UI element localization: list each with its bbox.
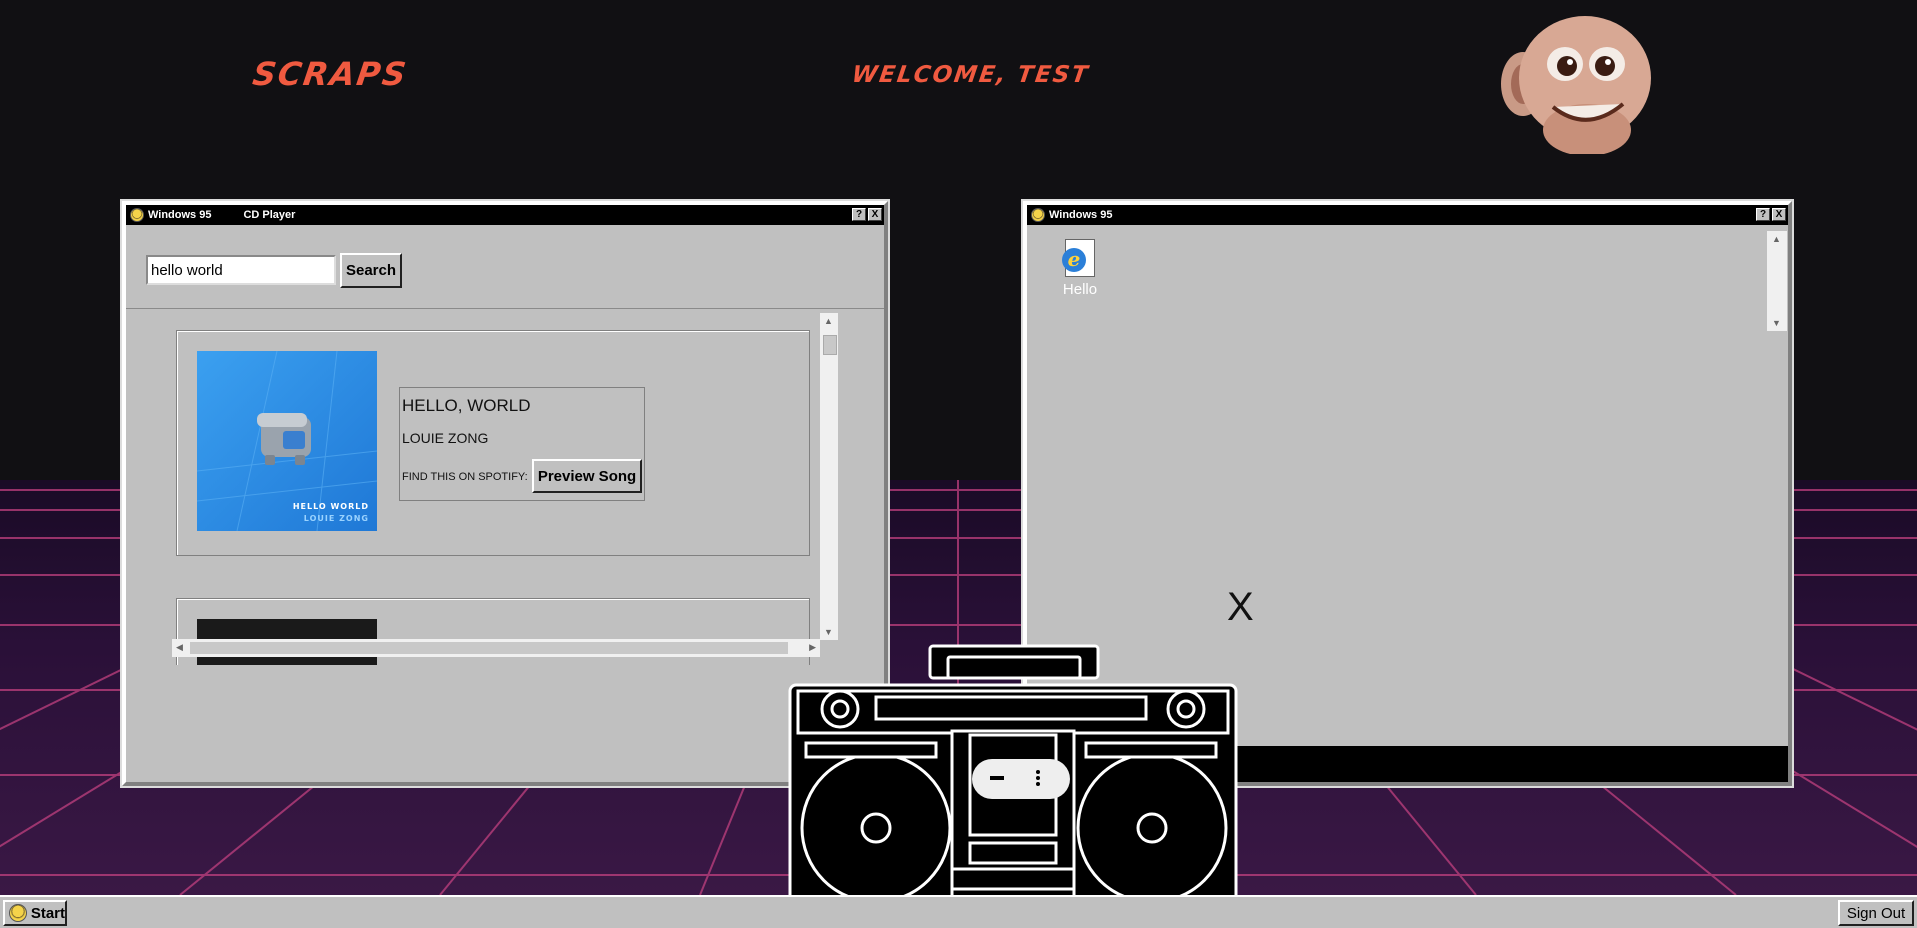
taskbar: Start Sign Out bbox=[0, 895, 1917, 928]
scroll-up-icon[interactable]: ▲ bbox=[824, 316, 833, 326]
close-button[interactable]: X bbox=[868, 208, 882, 221]
search-row: Search bbox=[146, 253, 402, 288]
start-button[interactable]: Start bbox=[3, 900, 67, 926]
album-art-line1: HELLO WORLD bbox=[292, 502, 369, 511]
desktop-titlebar[interactable]: Windows 95 ? X bbox=[1027, 205, 1788, 225]
scroll-left-icon[interactable]: ◀ bbox=[176, 642, 183, 653]
spotify-label: FIND THIS ON SPOTIFY: bbox=[402, 471, 528, 483]
horizontal-scrollbar[interactable]: ◀ ▶ bbox=[172, 639, 820, 657]
search-input[interactable] bbox=[146, 255, 336, 285]
window-subtitle: CD Player bbox=[243, 209, 296, 221]
sign-out-button[interactable]: Sign Out bbox=[1838, 900, 1914, 926]
search-button[interactable]: Search bbox=[340, 253, 402, 288]
windows-logo-icon bbox=[1031, 208, 1045, 222]
app-title: SCRAPS bbox=[250, 55, 411, 93]
ie-logo-icon: e bbox=[1062, 248, 1086, 272]
boombox-image[interactable] bbox=[786, 643, 1240, 918]
song-title: HELLO, WORLD bbox=[402, 396, 531, 415]
window-title: Windows 95 bbox=[1049, 209, 1113, 221]
cd-player-titlebar[interactable]: Windows 95 CD Player ? X bbox=[126, 205, 884, 225]
song-result: HELLO WORLD LOUIE ZONG HELLO, WORLD LOUI… bbox=[176, 330, 810, 556]
vertical-scrollbar[interactable]: ▲ ▼ bbox=[820, 313, 838, 640]
divider bbox=[126, 308, 884, 309]
windows-logo-icon bbox=[130, 208, 144, 222]
preview-song-button[interactable]: Preview Song bbox=[532, 459, 642, 493]
scroll-down-icon[interactable]: ▼ bbox=[824, 627, 833, 637]
welcome-message: WELCOME, TEST bbox=[850, 62, 1091, 88]
mascot-head-image bbox=[1501, 16, 1651, 154]
close-button[interactable]: X bbox=[1772, 208, 1786, 221]
start-label: Start bbox=[30, 904, 65, 922]
desktop-icon-hello[interactable]: e Hello bbox=[1057, 239, 1103, 298]
help-button[interactable]: ? bbox=[1756, 208, 1770, 221]
scrollbar-thumb[interactable] bbox=[823, 335, 837, 355]
window-title: Windows 95 bbox=[148, 209, 212, 221]
cd-player-window[interactable]: Windows 95 CD Player ? X Search bbox=[122, 201, 888, 786]
album-art-line2: LOUIE ZONG bbox=[303, 514, 369, 523]
scrollbar-thumb[interactable] bbox=[190, 642, 788, 654]
internet-explorer-file-icon: e bbox=[1062, 239, 1095, 277]
help-button[interactable]: ? bbox=[852, 208, 866, 221]
desktop-icon-label: Hello bbox=[1062, 281, 1098, 298]
song-info-panel: HELLO, WORLD LOUIE ZONG FIND THIS ON SPO… bbox=[399, 387, 645, 501]
scroll-up-icon[interactable]: ▲ bbox=[1772, 234, 1781, 244]
results-list[interactable]: HELLO WORLD LOUIE ZONG HELLO, WORLD LOUI… bbox=[176, 315, 842, 665]
windows-logo-icon bbox=[9, 904, 27, 922]
vertical-scrollbar[interactable]: ▲ ▼ bbox=[1767, 231, 1787, 331]
scroll-down-icon[interactable]: ▼ bbox=[1772, 318, 1781, 328]
close-x-text[interactable]: X bbox=[1227, 585, 1254, 630]
song-artist: LOUIE ZONG bbox=[402, 430, 489, 446]
album-art-image: HELLO WORLD LOUIE ZONG bbox=[197, 351, 377, 531]
